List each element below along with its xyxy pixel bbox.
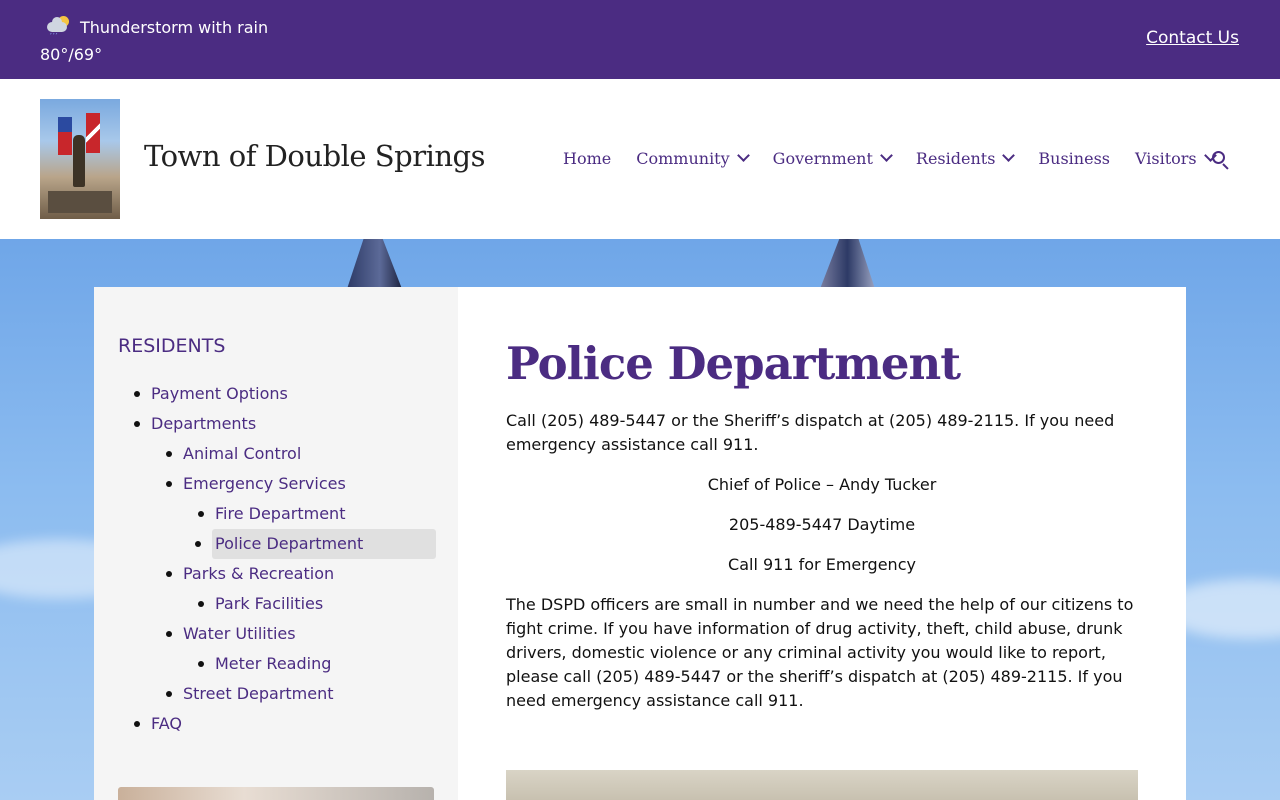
- site-header: Town of Double Springs Home Community Go…: [0, 79, 1280, 239]
- nav-residents[interactable]: Residents: [916, 149, 1016, 168]
- sidebar-item-faq[interactable]: FAQ: [134, 709, 182, 739]
- sidebar: RESIDENTS Payment Options Departments An…: [94, 287, 458, 800]
- weather-temperature: 80°/69°: [40, 45, 103, 64]
- daytime-phone: 205-489-5447 Daytime: [728, 515, 916, 534]
- sidebar-item-animal-control[interactable]: Animal Control: [165, 439, 301, 469]
- search-icon[interactable]: [1212, 151, 1230, 170]
- sidebar-heading[interactable]: RESIDENTS: [118, 335, 225, 357]
- chief-of-police: Chief of Police – Andy Tucker: [707, 475, 937, 494]
- content-image: [506, 770, 1138, 800]
- sidebar-item-emergency-services[interactable]: Emergency Services: [166, 469, 346, 499]
- nav-home[interactable]: Home: [563, 149, 611, 168]
- sidebar-item-park-facilities[interactable]: Park Facilities: [197, 589, 323, 619]
- page-title: Police Department: [506, 337, 961, 390]
- sidebar-item-parks-recreation[interactable]: Parks & Recreation: [165, 559, 334, 589]
- main-nav: Home Community Government Residents Busi…: [563, 149, 1240, 168]
- sidebar-image: [118, 787, 434, 800]
- nav-visitors[interactable]: Visitors: [1135, 149, 1217, 168]
- sidebar-item-fire-department[interactable]: Fire Department: [197, 499, 345, 529]
- weather-widget: ′′′ Thunderstorm with rain 80°/69°: [40, 15, 268, 68]
- weather-description: Thunderstorm with rain: [80, 18, 269, 37]
- sidebar-item-payment-options[interactable]: Payment Options: [134, 379, 288, 409]
- chevron-down-icon: [1002, 149, 1016, 162]
- body-paragraph: The DSPD officers are small in number an…: [506, 595, 1134, 710]
- chevron-down-icon: [880, 149, 893, 162]
- sidebar-item-water-utilities[interactable]: Water Utilities: [166, 619, 296, 649]
- chevron-down-icon: [736, 149, 750, 162]
- sidebar-item-street-department[interactable]: Street Department: [166, 679, 334, 709]
- sidebar-item-police-department[interactable]: Police Department: [195, 529, 436, 559]
- nav-government[interactable]: Government: [773, 149, 893, 168]
- sidebar-item-meter-reading[interactable]: Meter Reading: [197, 649, 331, 679]
- nav-community[interactable]: Community: [636, 149, 750, 168]
- contact-us-link[interactable]: Contact Us: [1146, 28, 1239, 48]
- main-content: Police Department Call (205) 489-5447 or…: [458, 287, 1186, 800]
- intro-paragraph: Call (205) 489-5447 or the Sheriff’s dis…: [506, 411, 1115, 454]
- site-title[interactable]: Town of Double Springs: [144, 139, 485, 173]
- site-logo[interactable]: [40, 99, 120, 219]
- sidebar-item-departments[interactable]: Departments: [133, 409, 256, 439]
- top-bar: ′′′ Thunderstorm with rain 80°/69° Conta…: [0, 0, 1280, 79]
- thunderstorm-icon: ′′′: [44, 15, 74, 41]
- nav-business[interactable]: Business: [1038, 149, 1110, 168]
- emergency-note: Call 911 for Emergency: [728, 555, 916, 574]
